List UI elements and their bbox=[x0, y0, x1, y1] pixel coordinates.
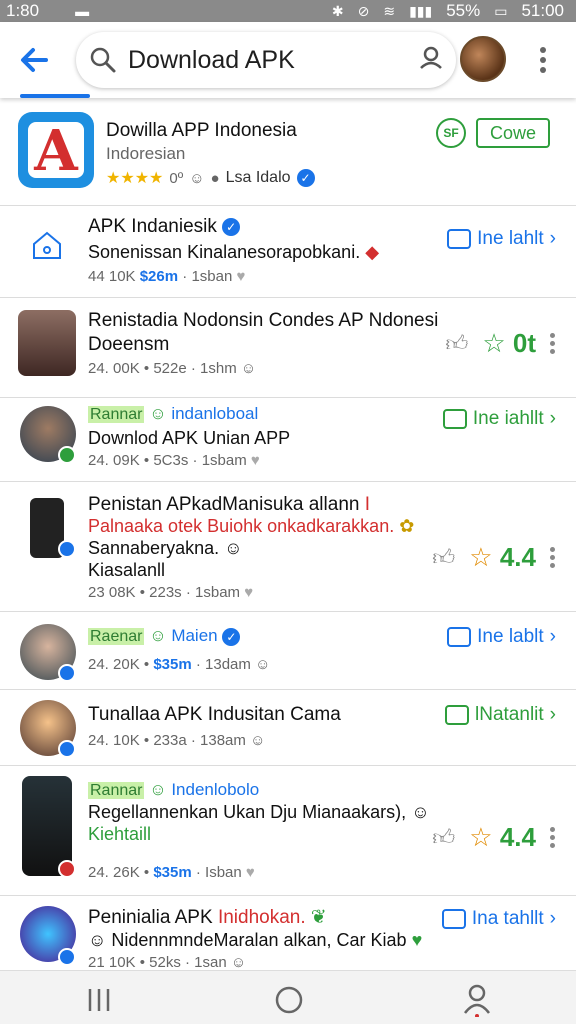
rating-score: ☆ 4.4 bbox=[469, 822, 536, 852]
comment-icon bbox=[447, 627, 472, 647]
sf-chat-icon[interactable]: SF bbox=[436, 118, 466, 148]
row-meta: 23 08K • 223s · 1sbam ♥ bbox=[88, 584, 254, 601]
channel-line: Rannar ☺ indanloboal bbox=[88, 404, 259, 423]
row-description: Regellannenkan Ukan Dju Mianaakars), ☺ bbox=[88, 802, 430, 822]
result-row[interactable]: Tunallaa APK Indusitan Cama 24. 10K • 23… bbox=[0, 690, 576, 766]
row-description-2: Kiehtaill bbox=[88, 824, 152, 844]
notification-icon: ▬ bbox=[75, 3, 90, 19]
row-title: Tunallaa APK Indusitan Cama bbox=[88, 704, 341, 725]
row-meta: 24. 26K • $35m · Isban ♥ bbox=[88, 864, 255, 881]
featured-subtitle: Indoresian bbox=[106, 144, 186, 163]
status-bar: 1:80 ▬ ✱ ⊘ ≋ ▮▮▮ 55% ▭ 51:00 bbox=[0, 0, 576, 22]
thumbs-up-icon[interactable]: 👍︎ bbox=[445, 330, 468, 357]
bluetooth-icon: ✱ bbox=[331, 3, 344, 19]
result-row[interactable]: Raenar ☺ Maien ✓ 24. 20K • $35m · 13dam … bbox=[0, 612, 576, 690]
thumbs-up-icon[interactable]: 👍︎ bbox=[432, 544, 455, 571]
more-options-icon[interactable] bbox=[538, 46, 548, 74]
publisher-icon: ● bbox=[210, 169, 220, 187]
rating-stars: ★★★★ bbox=[106, 170, 164, 187]
home-icon bbox=[33, 231, 61, 259]
result-row[interactable]: Rannar ☺ Indenlobolo Regellannenkan Ukan… bbox=[0, 766, 576, 896]
reply-action[interactable]: Ina tahllt › bbox=[441, 908, 556, 930]
row-description: Sonenissan Kinalanesorapobkani. ◆ bbox=[88, 242, 380, 262]
rating-value: 0º bbox=[169, 169, 184, 187]
open-button[interactable]: Cowe bbox=[476, 118, 550, 148]
comment-icon bbox=[445, 705, 470, 725]
channel-line: Rannar ☺ Indenlobolo bbox=[88, 780, 260, 799]
result-row[interactable]: Penistan APkadManisuka allann I Palnaaka… bbox=[0, 482, 576, 612]
rating-controls: 👍︎ ☆ 0t bbox=[445, 328, 556, 359]
row-menu-icon[interactable] bbox=[550, 546, 556, 569]
bottom-navigation bbox=[0, 970, 576, 1024]
wifi-icon: ≋ bbox=[383, 3, 396, 19]
reply-action[interactable]: Ine iahllt › bbox=[442, 408, 556, 430]
row-title: Renistadia Nodonsin Condes AP Ndonesi bbox=[88, 310, 439, 331]
row-menu-icon[interactable] bbox=[550, 826, 556, 849]
result-row[interactable]: Peninialia APK Inidhokan. ❦ ☺ Nidennmnde… bbox=[0, 896, 576, 971]
signal-icon: ▮▮▮ bbox=[409, 3, 433, 19]
verified-badge bbox=[58, 540, 76, 558]
row-title: Penistan APkadManisuka allann I bbox=[88, 494, 371, 515]
comment-icon bbox=[442, 409, 467, 429]
back-arrow-icon[interactable] bbox=[16, 42, 52, 78]
row-description-2: Sannaberyakna. ☺ bbox=[88, 538, 243, 558]
status-badge bbox=[58, 860, 76, 878]
row-menu-icon[interactable] bbox=[550, 332, 556, 355]
app-icon: A bbox=[18, 112, 94, 188]
verified-badge bbox=[58, 948, 76, 966]
row-description-highlight: Palnaaka otek Buiohk onkadkarakkan. ✿ bbox=[88, 516, 415, 536]
result-row[interactable]: APK Indaniesik ✓ Sonenissan Kinalanesora… bbox=[0, 206, 576, 298]
battery-icon: ▭ bbox=[494, 3, 508, 19]
rating-controls: 👍︎ ☆ 4.4 bbox=[432, 822, 556, 853]
account-search-icon[interactable] bbox=[416, 42, 446, 72]
home-button-icon[interactable] bbox=[274, 985, 304, 1015]
row-subtitle: Doeensm bbox=[88, 334, 170, 355]
search-query: Download APK bbox=[128, 45, 295, 74]
row-meta: 21 10K • 52ks · 1san ☺ bbox=[88, 954, 247, 971]
search-icon bbox=[90, 47, 116, 73]
rating-score: ☆ 0t bbox=[482, 328, 536, 358]
reply-action[interactable]: Ine lablt › bbox=[447, 626, 556, 648]
row-meta: 44 10K $26m · 1sban ♥ bbox=[88, 268, 246, 285]
row-meta: 24. 00K • 522e · 1shm ☺ bbox=[88, 360, 257, 377]
rating-controls: 👍︎ ☆ 4.4 bbox=[432, 542, 556, 573]
status-time: 1:80 bbox=[6, 1, 40, 20]
verified-badge bbox=[58, 664, 76, 682]
emoji-icon: ☺ bbox=[189, 169, 205, 187]
reply-action[interactable]: lNatanlit › bbox=[445, 704, 556, 726]
search-header: Download APK bbox=[0, 22, 576, 98]
verified-icon: ✓ bbox=[296, 169, 315, 187]
result-row[interactable]: Rannar ☺ indanloboal Downlod APK Unian A… bbox=[0, 398, 576, 482]
profile-avatar[interactable] bbox=[460, 36, 506, 82]
mute-icon: ⊘ bbox=[357, 3, 370, 19]
featured-title: Dowilla APP Indonesia bbox=[106, 120, 297, 141]
status-clock-right: 51:00 bbox=[521, 1, 564, 20]
row-title: APK Indaniesik ✓ bbox=[88, 216, 241, 238]
battery-percent: 55% bbox=[446, 1, 481, 20]
row-meta: 24. 10K • 233a · 138am ☺ bbox=[88, 732, 266, 749]
publisher-name: Lsa Idalo bbox=[225, 169, 291, 186]
featured-app-row[interactable]: A Dowilla APP Indonesia Indoresian ★★★★ … bbox=[0, 98, 576, 206]
verified-badge bbox=[58, 446, 76, 464]
recent-apps-icon[interactable] bbox=[86, 987, 112, 1013]
verified-badge bbox=[58, 740, 76, 758]
rating-score: ☆ 4.4 bbox=[469, 542, 536, 572]
row-description-3: Kiasalanll bbox=[88, 560, 166, 580]
row-meta: 24. 20K • $35m · 13dam ☺ bbox=[88, 656, 271, 673]
reply-action[interactable]: Ine lahlt › bbox=[447, 228, 556, 250]
row-description: Downlod APK Unian APP bbox=[88, 428, 291, 448]
search-input[interactable]: Download APK bbox=[76, 32, 456, 88]
comment-icon bbox=[447, 229, 472, 249]
channel-line: Raenar ☺ Maien ✓ bbox=[88, 626, 241, 646]
comment-icon bbox=[441, 909, 466, 929]
row-meta: 24. 09K • 5C3s · 1sbam ♥ bbox=[88, 452, 260, 469]
result-row[interactable]: Renistadia Nodonsin Condes AP Ndonesi Do… bbox=[0, 298, 576, 398]
featured-meta: ★★★★ 0º ☺ ● Lsa Idalo ✓ bbox=[106, 168, 315, 188]
thumbs-up-icon[interactable]: 👍︎ bbox=[432, 824, 455, 851]
row-title: Peninialia APK Inidhokan. ❦ bbox=[88, 907, 327, 928]
profile-icon[interactable] bbox=[462, 983, 492, 1017]
row-description: ☺ NidennmndeMaralan alkan, Car Kiab ♥ bbox=[88, 930, 423, 950]
channel-avatar bbox=[18, 310, 76, 376]
